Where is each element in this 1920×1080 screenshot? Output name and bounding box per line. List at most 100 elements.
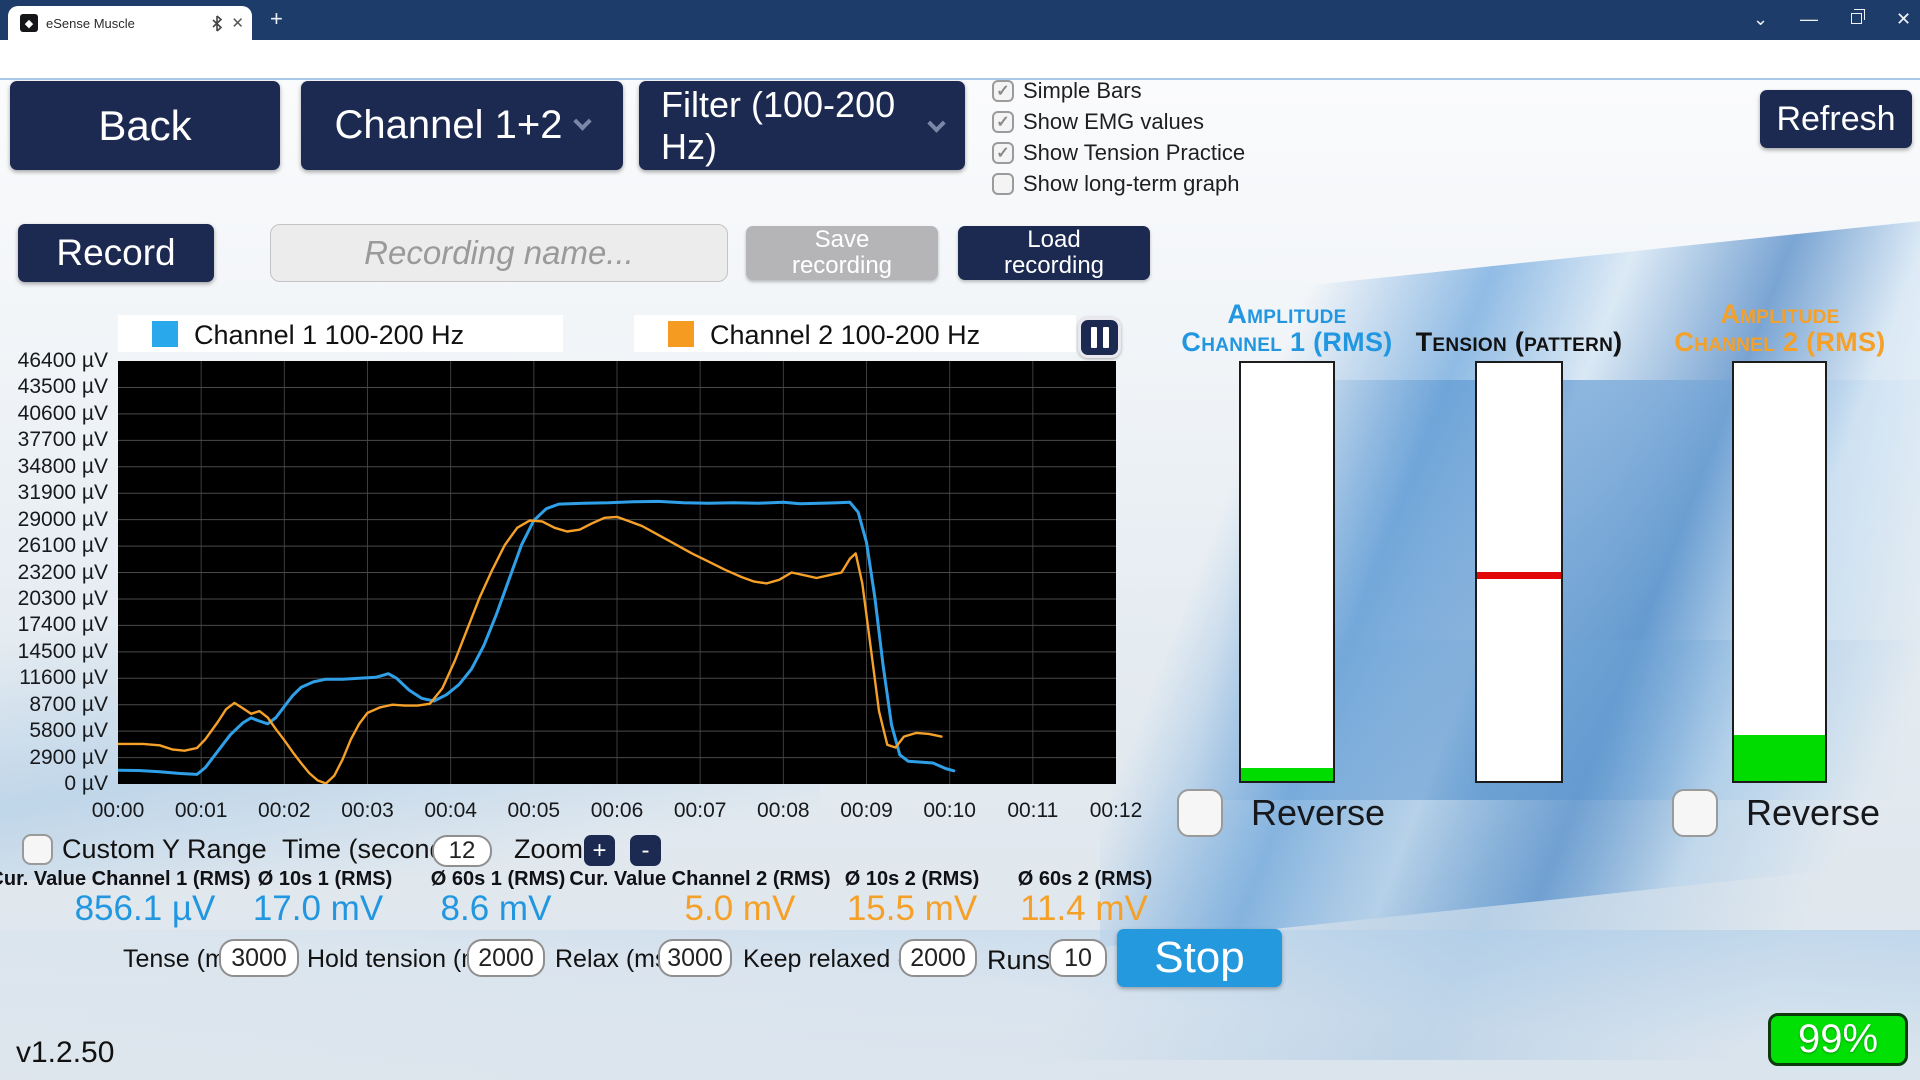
- new-tab-button[interactable]: +: [270, 8, 283, 30]
- esense-muscle-app: ◆ eSense Muscle ✕ + ⌄ — ✕ ← → ⟳ https://…: [0, 0, 1920, 1080]
- checkbox-row-tension-practice[interactable]: ✓ Show Tension Practice: [992, 140, 1245, 166]
- x-tick-label: 00:06: [572, 799, 662, 823]
- checkbox-row-show-emg[interactable]: ✓ Show EMG values: [992, 109, 1204, 135]
- checkbox-row-simple-bars[interactable]: ✓ Simple Bars: [992, 78, 1142, 104]
- save-recording-button[interactable]: Save recording: [746, 226, 938, 280]
- tension-pattern-bar: [1475, 361, 1563, 783]
- x-tick-label: 00:12: [1071, 799, 1161, 823]
- restore-button[interactable]: [1851, 13, 1862, 24]
- legend-label-ch1: Channel 1 100-200 Hz: [194, 320, 464, 351]
- stat-value-60s-ch1: 8.6 mV: [441, 889, 552, 929]
- x-tick-label: 00:08: [738, 799, 828, 823]
- y-tick-label: 2900 µV: [4, 746, 108, 770]
- series-2-line: [118, 517, 941, 784]
- refresh-button[interactable]: Refresh: [1760, 90, 1912, 148]
- zoom-out-button[interactable]: -: [630, 835, 661, 866]
- y-tick-label: 37700 µV: [4, 428, 108, 452]
- y-tick-label: 17400 µV: [4, 613, 108, 637]
- y-tick-label: 29000 µV: [4, 508, 108, 532]
- amplitude-ch2-title: AmplitudeChannel 2 (RMS): [1630, 300, 1920, 356]
- x-tick-label: 00:01: [156, 799, 246, 823]
- channel-select-dropdown[interactable]: Channel 1+2: [301, 81, 623, 170]
- hold-tension-ms-input[interactable]: [467, 939, 545, 977]
- reverse-ch2-row[interactable]: Reverse: [1672, 789, 1880, 837]
- filter-select-dropdown[interactable]: Filter (100-200 Hz): [639, 81, 965, 170]
- legend-swatch-ch1: [152, 321, 178, 347]
- keep-relaxed-ms-input[interactable]: [899, 939, 977, 977]
- zoom-in-button[interactable]: +: [584, 835, 615, 866]
- tab-title: eSense Muscle: [46, 16, 205, 31]
- browser-tab-strip: ◆ eSense Muscle ✕ + ⌄ — ✕: [0, 0, 1920, 40]
- y-tick-label: 8700 µV: [4, 693, 108, 717]
- stop-button[interactable]: Stop: [1117, 929, 1282, 987]
- amplitude-ch1-bar: [1239, 361, 1335, 783]
- legend-label-ch2: Channel 2 100-200 Hz: [710, 320, 980, 351]
- emg-chart-canvas: [118, 361, 1116, 784]
- load-recording-button[interactable]: Load recording: [958, 226, 1150, 280]
- reverse-ch2-checkbox[interactable]: [1672, 789, 1718, 837]
- runs-label: Runs: [987, 945, 1050, 976]
- chevron-down-icon[interactable]: ⌄: [1753, 9, 1768, 29]
- stat-label-60s-ch1: Ø 60s 1 (RMS): [431, 868, 565, 891]
- y-tick-label: 14500 µV: [4, 640, 108, 664]
- x-tick-label: 00:10: [905, 799, 995, 823]
- record-button[interactable]: Record: [18, 224, 214, 282]
- browser-toolbar: [0, 40, 1920, 80]
- emg-chart-plot: [118, 361, 1116, 784]
- amplitude-ch1-fill: [1241, 768, 1333, 781]
- pause-button[interactable]: [1078, 317, 1121, 358]
- x-tick-label: 00:04: [406, 799, 496, 823]
- custom-y-range-checkbox[interactable]: ✓: [22, 834, 53, 865]
- back-button[interactable]: Back: [10, 81, 280, 170]
- x-tick-label: 00:05: [489, 799, 579, 823]
- simple-bars-checkbox[interactable]: ✓: [992, 80, 1014, 102]
- chevron-down-icon: [574, 112, 592, 130]
- tense-ms-input[interactable]: [219, 939, 299, 977]
- y-tick-label: 23200 µV: [4, 561, 108, 585]
- longterm-graph-label: Show long-term graph: [1023, 171, 1239, 197]
- amplitude-ch2-fill: [1734, 735, 1825, 781]
- reverse-ch1-checkbox[interactable]: [1177, 789, 1223, 837]
- show-emg-label: Show EMG values: [1023, 109, 1204, 135]
- tension-practice-checkbox[interactable]: ✓: [992, 142, 1014, 164]
- filter-select-label: Filter (100-200 Hz): [661, 84, 911, 168]
- stat-value-60s-ch2: 11.4 mV: [1020, 889, 1148, 929]
- app-version: v1.2.50: [16, 1036, 114, 1070]
- reverse-ch1-label: Reverse: [1251, 792, 1385, 834]
- stat-label-cur-ch1: Cur. Value Channel 1 (RMS): [0, 868, 251, 891]
- reverse-ch1-row[interactable]: Reverse: [1177, 789, 1385, 837]
- tension-target-marker: [1477, 572, 1561, 579]
- series-1-line: [118, 501, 954, 774]
- tab-close-icon[interactable]: ✕: [231, 14, 244, 32]
- channel-select-label: Channel 1+2: [335, 103, 563, 148]
- stat-value-cur-ch1: 856.1 µV: [75, 889, 216, 929]
- show-emg-checkbox[interactable]: ✓: [992, 111, 1014, 133]
- checkbox-row-longterm-graph[interactable]: ✓ Show long-term graph: [992, 171, 1239, 197]
- longterm-graph-checkbox[interactable]: ✓: [992, 173, 1014, 195]
- x-tick-label: 00:02: [239, 799, 329, 823]
- close-button[interactable]: ✕: [1896, 9, 1911, 29]
- recording-name-input[interactable]: [270, 224, 728, 282]
- browser-tab[interactable]: ◆ eSense Muscle ✕: [8, 6, 252, 40]
- tension-pattern-title: Tension (pattern): [1369, 328, 1669, 356]
- tension-practice-label: Show Tension Practice: [1023, 140, 1245, 166]
- stat-value-10s-ch2: 15.5 mV: [847, 889, 977, 929]
- relax-ms-input[interactable]: [658, 939, 732, 977]
- x-tick-label: 00:09: [822, 799, 912, 823]
- runs-input[interactable]: [1049, 939, 1107, 977]
- y-tick-label: 5800 µV: [4, 719, 108, 743]
- time-seconds-input[interactable]: [432, 835, 492, 867]
- x-tick-label: 00:03: [323, 799, 413, 823]
- reverse-ch2-label: Reverse: [1746, 792, 1880, 834]
- minimize-button[interactable]: —: [1800, 9, 1818, 29]
- simple-bars-label: Simple Bars: [1023, 78, 1142, 104]
- y-tick-label: 20300 µV: [4, 587, 108, 611]
- y-tick-label: 31900 µV: [4, 481, 108, 505]
- stat-value-10s-ch1: 17.0 mV: [253, 889, 383, 929]
- y-tick-label: 40600 µV: [4, 402, 108, 426]
- stat-label-60s-ch2: Ø 60s 2 (RMS): [1018, 868, 1152, 891]
- y-tick-label: 0 µV: [4, 772, 108, 796]
- x-tick-label: 00:00: [73, 799, 163, 823]
- y-tick-label: 11600 µV: [4, 666, 108, 690]
- favicon-icon: ◆: [20, 14, 38, 32]
